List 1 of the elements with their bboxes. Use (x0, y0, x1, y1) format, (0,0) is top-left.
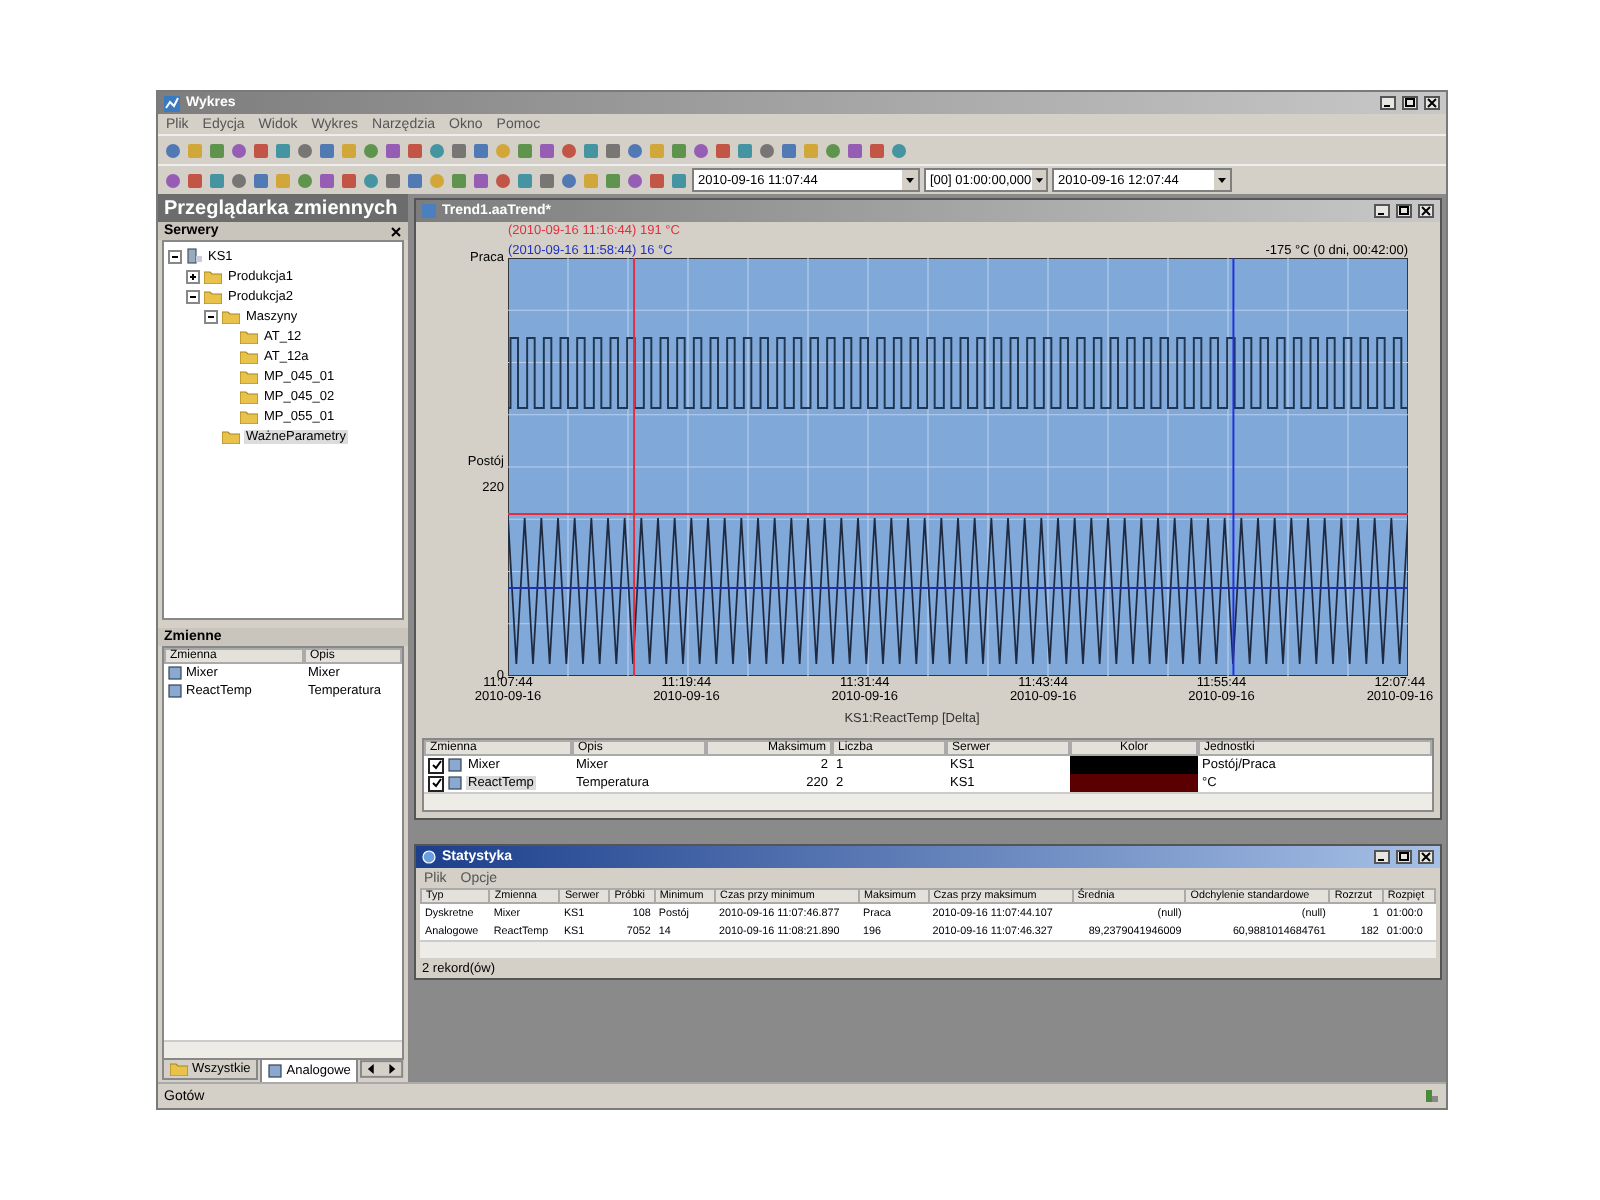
panel-title: Przeglądarka zmiennych (158, 194, 408, 222)
